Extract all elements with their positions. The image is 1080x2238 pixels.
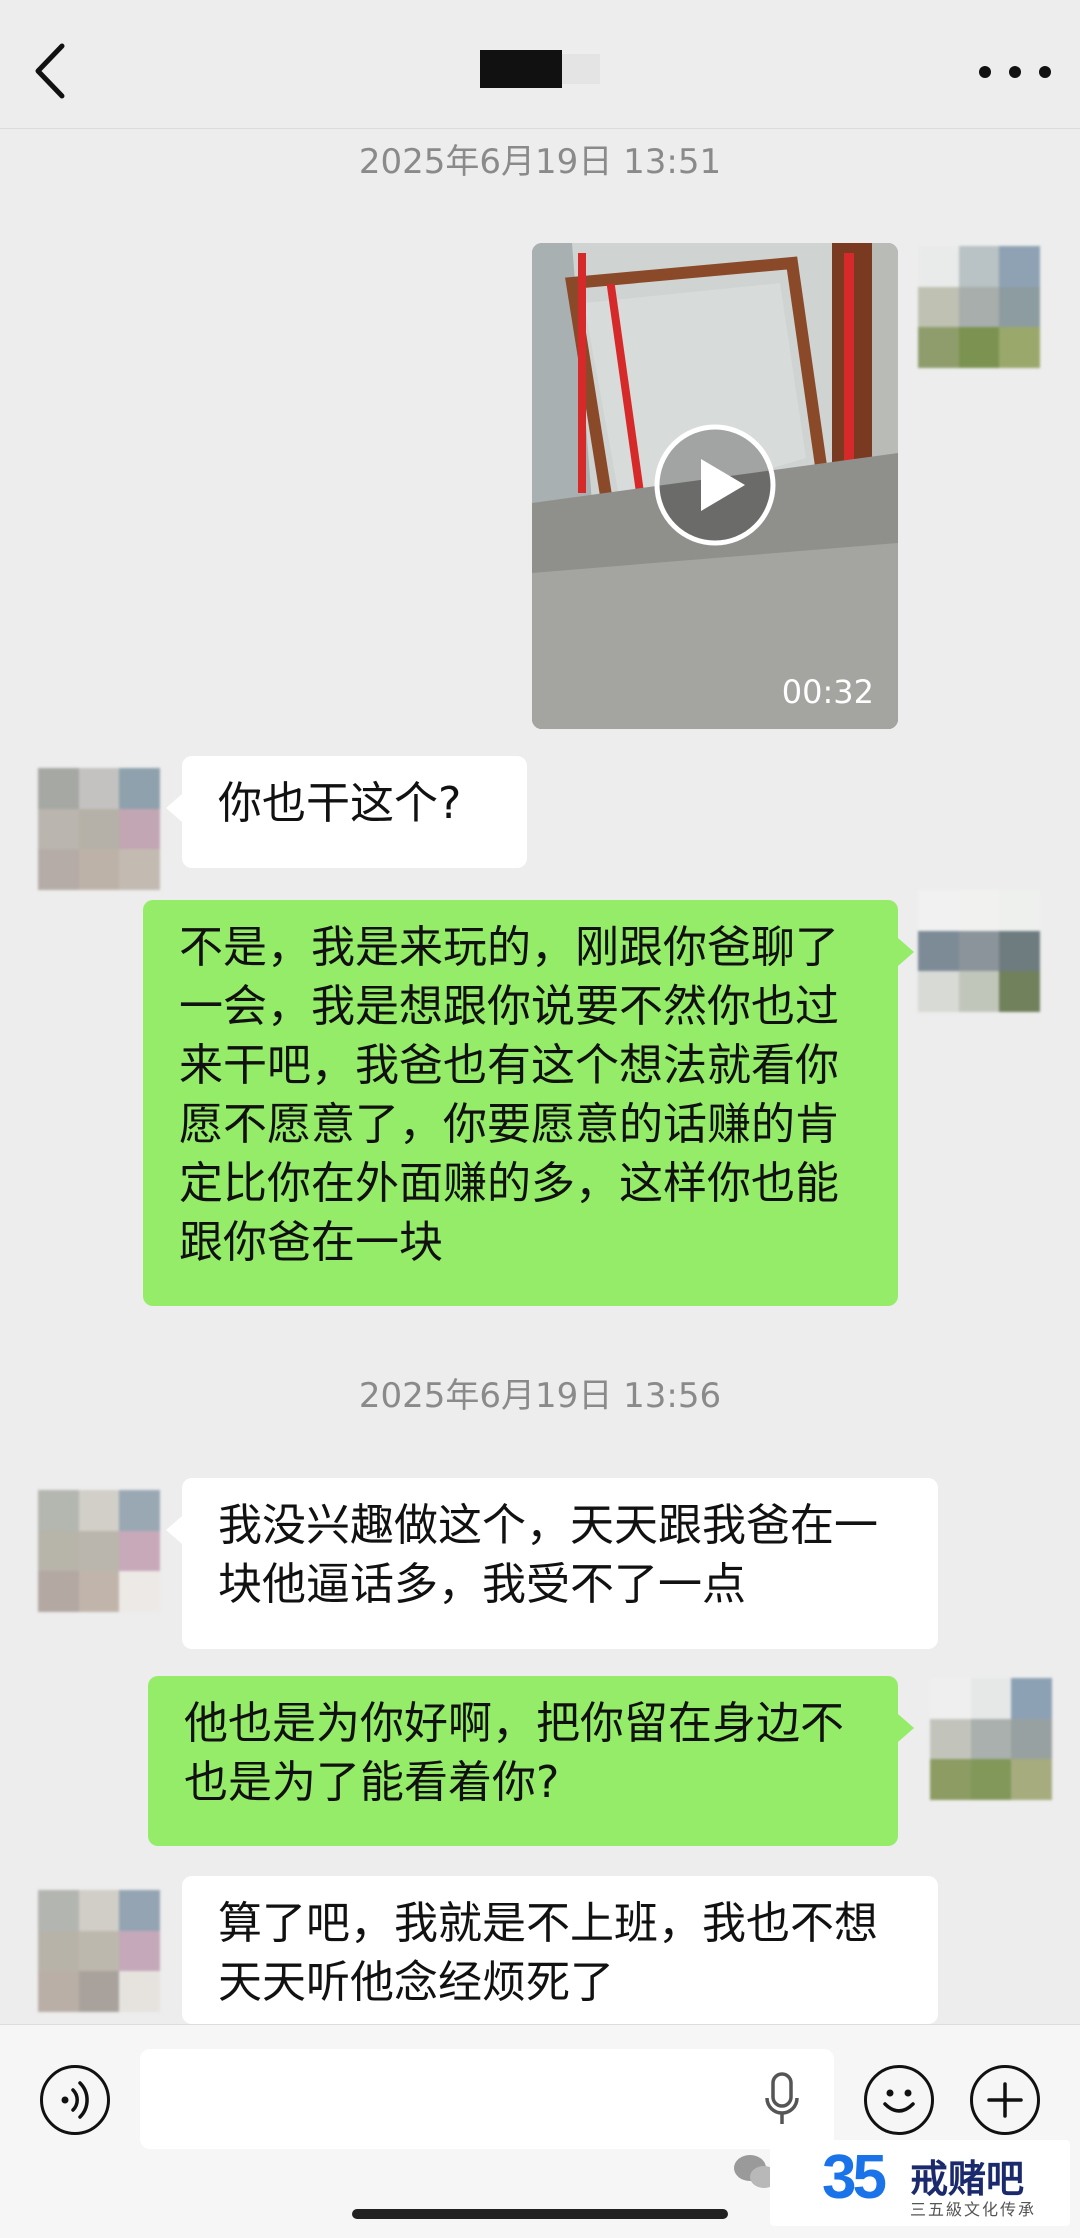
play-icon[interactable] (653, 423, 777, 547)
avatar[interactable] (918, 246, 1040, 368)
received-message[interactable]: 你也干这个? (166, 756, 527, 868)
avatar[interactable] (38, 768, 160, 890)
message-input[interactable] (140, 2049, 834, 2149)
microphone-icon[interactable] (762, 2071, 802, 2127)
avatar[interactable] (38, 1490, 160, 1612)
redacted-title (480, 50, 600, 88)
avatar[interactable] (930, 1678, 1052, 1800)
ellipsis-icon[interactable] (970, 50, 1060, 90)
home-indicator (352, 2209, 728, 2219)
message-line: 我没兴趣做这个，天天跟我爸在一 (218, 1500, 878, 1551)
video-duration: 00:32 (781, 673, 874, 711)
sent-message[interactable]: 他也是为你好啊，把你留在身边不 也是为了能看着你? (148, 1676, 914, 1846)
message-line: 一会，我是想跟你说要不然你也过 (179, 981, 839, 1032)
message-line: 跟你爸在一块 (179, 1217, 443, 1268)
message-line: 块他逼话多，我受不了一点 (218, 1559, 746, 1610)
avatar[interactable] (918, 890, 1040, 1012)
watermark: 35 戒赌吧 三五級文化传承 (770, 2140, 1070, 2226)
received-message[interactable]: 算了吧，我就是不上班，我也不想 天天听他念经烦死了 (182, 1876, 938, 2024)
voice-icon (61, 2081, 89, 2119)
video-message[interactable]: 00:32 (532, 243, 898, 729)
timestamp: 2025年6月19日 13:56 (358, 1376, 722, 1416)
voice-mode-button[interactable] (40, 2065, 110, 2135)
watermark-number: 35 (822, 2143, 887, 2212)
message-line: 不是，我是来玩的，刚跟你爸聊了 (179, 922, 839, 973)
received-message[interactable]: 我没兴趣做这个，天天跟我爸在一 块他逼话多，我受不了一点 (166, 1478, 938, 1649)
sent-message[interactable]: 不是，我是来玩的，刚跟你爸聊了 一会，我是想跟你说要不然你也过 来干吧，我爸也有… (143, 900, 914, 1306)
timestamp: 2025年6月19日 13:51 (358, 142, 722, 182)
message-line: 算了吧，我就是不上班，我也不想 (218, 1898, 878, 1949)
plus-icon (987, 2082, 1023, 2118)
chat-header (0, 0, 1080, 129)
message-line: 定比你在外面赚的多，这样你也能 (179, 1158, 839, 1209)
watermark-brand: 戒赌吧 (910, 2157, 1025, 2201)
more-options-button[interactable] (970, 2065, 1040, 2135)
emoji-icon (883, 2089, 915, 2113)
message-line: 天天听他念经烦死了 (218, 1957, 614, 2008)
avatar[interactable] (38, 1890, 160, 2012)
message-text: 你也干这个? (218, 778, 462, 829)
message-line: 来干吧，我爸也有这个想法就看你 (179, 1040, 839, 1091)
chevron-left-icon[interactable] (24, 36, 84, 106)
watermark-slogan: 三五級文化传承 (910, 2200, 1037, 2219)
message-line: 他也是为你好啊，把你留在身边不 (184, 1698, 844, 1749)
message-line: 愿不愿意了，你要愿意的话赚的肯 (179, 1099, 839, 1150)
emoji-button[interactable] (864, 2065, 934, 2135)
message-line: 也是为了能看着你? (184, 1757, 560, 1808)
